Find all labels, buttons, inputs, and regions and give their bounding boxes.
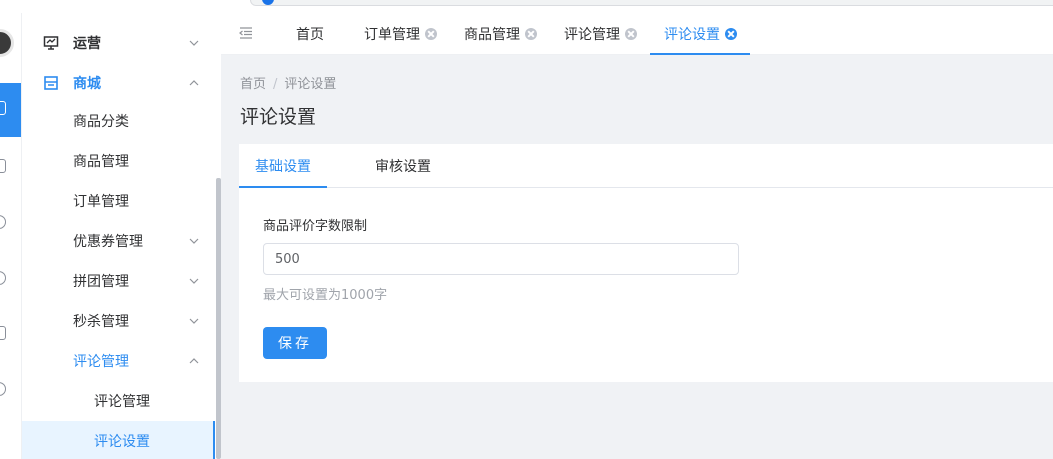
chevron-down-icon: [189, 238, 199, 244]
breadcrumb-home[interactable]: 首页: [240, 77, 266, 92]
close-icon[interactable]: [725, 28, 737, 40]
tab-label: 评论管理: [564, 27, 620, 43]
sidebar-menu: 运营 商城 商品分类 商品管理 订单管理 优惠券管理 拼团管理 秒杀管理 评论管…: [22, 13, 215, 459]
collapse-menu-icon[interactable]: [239, 26, 253, 40]
settings-card: 基础设置 审核设置 商品评价字数限制 最大可设置为1000字 保存: [239, 144, 1053, 382]
user-avatar[interactable]: [0, 29, 14, 57]
sidebar-item-label: 优惠券管理: [73, 234, 143, 250]
tab-order-management[interactable]: 订单管理: [364, 13, 437, 55]
sidebar-item-order-management[interactable]: 订单管理: [22, 181, 215, 221]
grid-icon: [0, 101, 6, 115]
review-word-limit-label: 商品评价字数限制: [263, 219, 368, 234]
tab-label: 评论设置: [664, 27, 720, 43]
review-word-limit-input[interactable]: [263, 243, 739, 275]
sidebar-item-label: 评论管理: [73, 354, 129, 370]
active-tab-indicator: [650, 53, 750, 55]
breadcrumb-separator: /: [273, 77, 278, 92]
rail-active-indicator[interactable]: [0, 83, 21, 137]
tab-product-management[interactable]: 商品管理: [464, 13, 537, 55]
chevron-down-icon: [189, 278, 199, 284]
breadcrumb-current: 评论设置: [284, 77, 337, 92]
close-icon[interactable]: [525, 28, 537, 40]
browser-address-bar[interactable]: [250, 0, 1053, 6]
sidebar-item-group-buy-management[interactable]: 拼团管理: [22, 261, 215, 301]
tab-label: 订单管理: [364, 27, 420, 43]
review-word-limit-help: 最大可设置为1000字: [263, 288, 388, 303]
link-icon[interactable]: [0, 382, 6, 396]
breadcrumb: 首页 / 评论设置: [240, 73, 336, 92]
chevron-up-icon: [189, 80, 199, 86]
settings-subtabs: 基础设置 审核设置: [239, 144, 1053, 188]
subtab-label: 基础设置: [255, 159, 311, 175]
sidebar-item-label: 商城: [73, 76, 101, 92]
sidebar-scrollbar[interactable]: [216, 178, 221, 459]
sidebar-item-label: 拼团管理: [73, 274, 129, 290]
sidebar-item-label: 秒杀管理: [73, 314, 129, 330]
active-subtab-indicator: [239, 186, 327, 188]
tab-review-management[interactable]: 评论管理: [564, 13, 637, 55]
browser-top-strip: [0, 0, 1053, 13]
sidebar-item-product-category[interactable]: 商品分类: [22, 101, 215, 141]
chevron-up-icon: [189, 358, 199, 364]
monitor-icon: [43, 36, 59, 50]
subtab-review-settings[interactable]: 审核设置: [375, 144, 431, 188]
sidebar-item-label: 运营: [73, 36, 101, 52]
sidebar-item-product-management[interactable]: 商品管理: [22, 141, 215, 181]
tab-review-settings[interactable]: 评论设置: [664, 13, 737, 55]
icon-rail: [0, 13, 22, 459]
dashboard-icon[interactable]: [0, 159, 6, 173]
sidebar-item-review-settings[interactable]: 评论设置: [22, 421, 215, 459]
tab-home[interactable]: 首页: [296, 13, 324, 55]
sidebar-item-operations[interactable]: 运营: [22, 23, 215, 63]
subtab-basic-settings[interactable]: 基础设置: [255, 144, 311, 188]
sidebar-item-label: 评论设置: [94, 434, 150, 450]
sidebar-item-review-management[interactable]: 评论管理: [22, 341, 215, 381]
document-icon[interactable]: [0, 326, 6, 340]
sidebar-item-mall[interactable]: 商城: [22, 63, 215, 103]
globe-icon[interactable]: [0, 215, 6, 229]
tab-label: 商品管理: [464, 27, 520, 43]
page-title: 评论设置: [240, 106, 317, 128]
storefront-icon: [44, 76, 58, 90]
sidebar-item-flash-sale-management[interactable]: 秒杀管理: [22, 301, 215, 341]
sidebar-item-coupon-management[interactable]: 优惠券管理: [22, 221, 215, 261]
tab-label: 首页: [296, 27, 324, 43]
link-icon[interactable]: [0, 271, 6, 285]
sidebar-item-label: 订单管理: [73, 194, 129, 210]
chevron-down-icon: [189, 40, 199, 46]
sidebar-item-label: 商品管理: [73, 154, 129, 170]
close-icon[interactable]: [625, 28, 637, 40]
sidebar-item-label: 商品分类: [73, 114, 129, 130]
save-button[interactable]: 保存: [263, 327, 327, 359]
close-icon[interactable]: [425, 28, 437, 40]
chevron-down-icon: [189, 318, 199, 324]
sidebar-item-label: 评论管理: [94, 394, 150, 410]
subtab-label: 审核设置: [375, 159, 431, 175]
tab-bar: 首页 订单管理 商品管理 评论管理 评论设置: [221, 13, 1053, 55]
sidebar-item-review-list[interactable]: 评论管理: [22, 381, 215, 421]
